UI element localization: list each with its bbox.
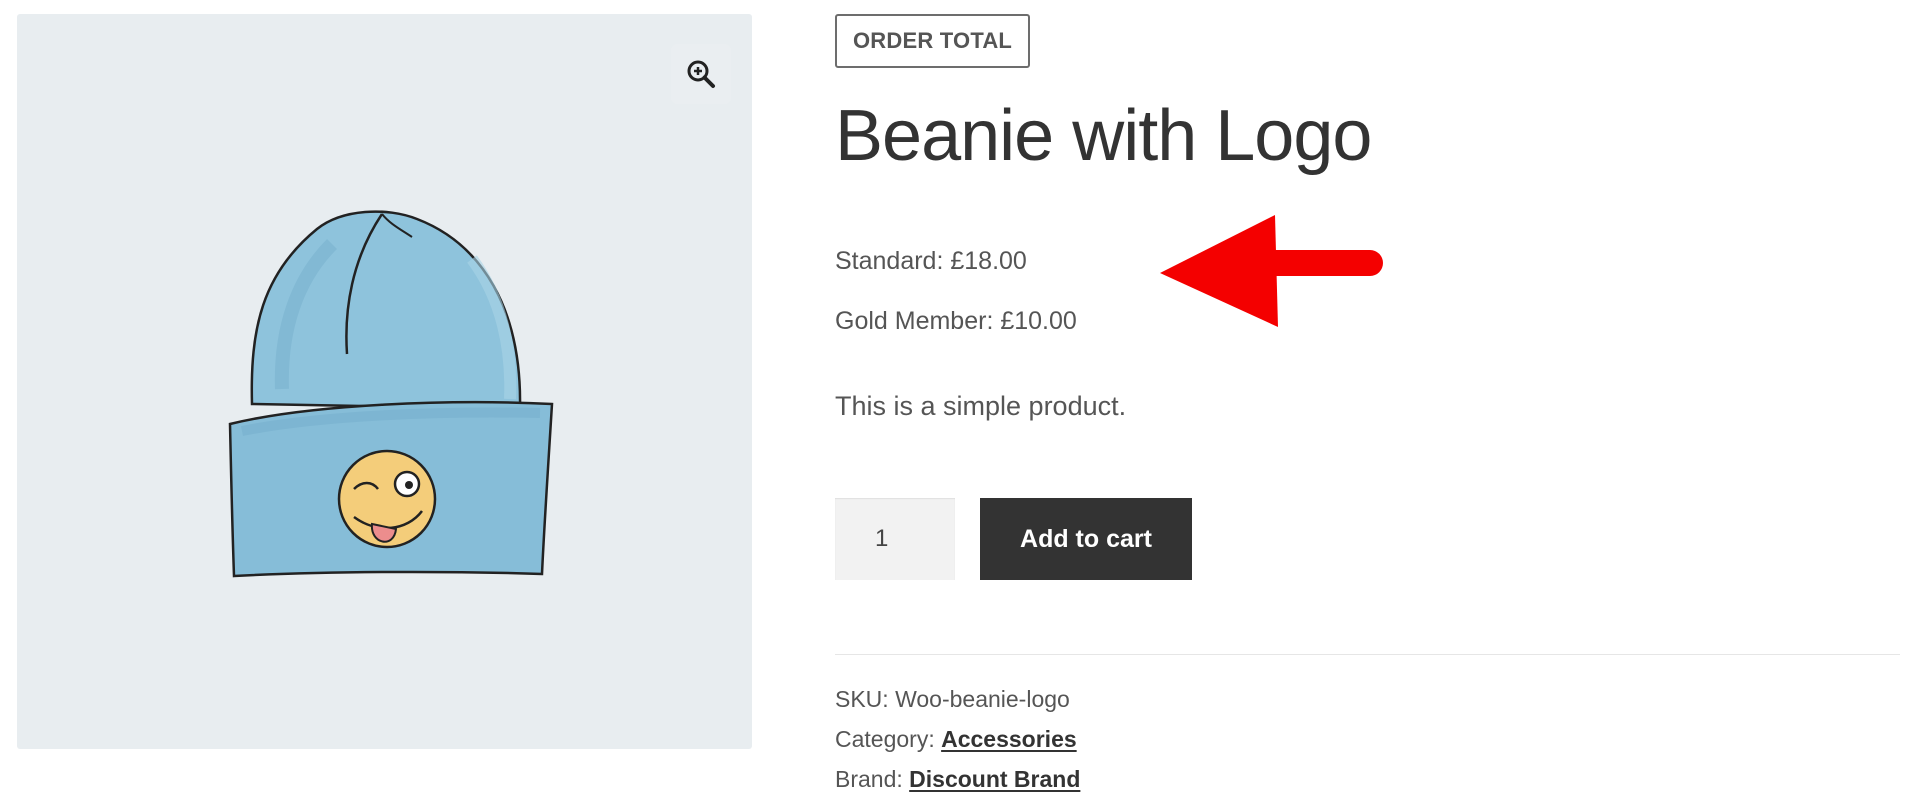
brand-link[interactable]: Discount Brand [909,766,1080,792]
brand-row: Brand: Discount Brand [835,764,1080,801]
quantity-input[interactable] [835,498,955,580]
sku-label: SKU: [835,686,889,712]
magnifier-plus-icon [687,60,715,88]
category-row: Category: Accessories [835,724,1080,764]
standard-price: Standard: £18.00 [835,247,1027,275]
product-page: ORDER TOTAL Beanie with Logo Standard: £… [0,0,1920,801]
category-link[interactable]: Accessories [941,726,1077,752]
product-gallery [17,14,752,749]
category-label: Category: [835,726,935,752]
product-short-description: This is a simple product. [835,391,1127,421]
zoom-button[interactable] [671,44,731,104]
sku-row: SKU: Woo-beanie-logo [835,684,1080,724]
beanie-image[interactable] [222,199,562,599]
sku-value: Woo-beanie-logo [895,686,1070,712]
gold-member-price: Gold Member: £10.00 [835,307,1077,335]
brand-label: Brand: [835,766,903,792]
red-arrow-icon [1160,215,1383,327]
product-meta: SKU: Woo-beanie-logo Category: Accessori… [835,684,1080,801]
divider [835,654,1900,655]
order-total-badge: ORDER TOTAL [835,14,1031,68]
add-to-cart-button[interactable]: Add to cart [980,498,1192,580]
product-title: Beanie with Logo [835,96,1372,176]
